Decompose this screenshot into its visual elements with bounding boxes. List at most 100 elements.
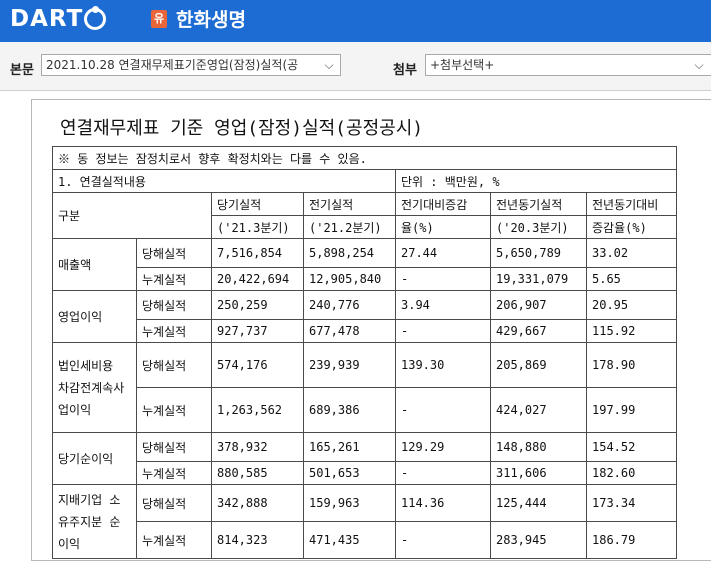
header-qoq-2: 율(%) xyxy=(395,215,491,239)
group-label-line: 이익 xyxy=(58,536,81,551)
main-label: 본문 xyxy=(10,63,34,78)
group-label: 매출액 xyxy=(52,238,137,291)
header-gubun: 구분 xyxy=(52,192,212,239)
previous-value: 159,963 xyxy=(303,484,396,522)
qoq-rate: 114.36 xyxy=(395,484,491,522)
yoy-value: 19,331,079 xyxy=(490,267,587,291)
header-yoy-prev: 전년동기실적 xyxy=(490,192,587,216)
current-value: 927,737 xyxy=(211,319,304,343)
row-type: 당해실적 xyxy=(136,484,212,522)
yoy-rate: 178.90 xyxy=(586,342,677,388)
qoq-rate: 27.44 xyxy=(395,238,491,268)
row-type: 당해실적 xyxy=(136,432,212,462)
logo-text: DART xyxy=(10,6,84,32)
yoy-rate: 20.95 xyxy=(586,290,677,320)
table-row: 누계실적 20,422,694 12,905,840-19,331,079 5.65 xyxy=(53,267,677,291)
header-bar: DART 유 한화생명 xyxy=(0,0,711,42)
yoy-value: 5,650,789 xyxy=(490,238,587,268)
table-row: 당기순이익 당해실적 378,932 165,261 129.29 148,880 154.… xyxy=(52,432,677,485)
attachment-select-value: +첨부선택+ xyxy=(430,58,495,72)
previous-value: 240,776 xyxy=(303,290,396,320)
previous-value: 677,478 xyxy=(303,319,396,343)
yoy-rate: 154.52 xyxy=(586,432,677,462)
yoy-rate: 33.02 xyxy=(586,238,677,268)
yoy-value: 429,667 xyxy=(490,319,587,343)
current-value: 250,259 xyxy=(211,290,304,320)
header-yoy-period: ('20.3분기) xyxy=(490,215,587,239)
attachment-select[interactable]: +첨부선택+ ⌵ xyxy=(425,54,711,76)
table-row: 지배기업 소 유주지분 순 이익 당해실적 342,888 159,963 114.36 12… xyxy=(52,484,677,559)
current-value: 342,888 xyxy=(211,484,304,522)
current-value: 814,323 xyxy=(211,521,304,559)
header-row-1: 구분 당기실적 전기실적 전기대비증감 전년동기실적 전년동기대비 xyxy=(52,192,677,239)
qoq-rate: 139.30 xyxy=(395,342,491,388)
table-row: 매출액 당해실적 7,516,854 5,898,254 27.44 5,650,789 3… xyxy=(52,238,677,291)
yoy-value: 283,945 xyxy=(490,521,587,559)
previous-value: 165,261 xyxy=(303,432,396,462)
chevron-down-icon: ⌵ xyxy=(320,55,338,75)
qoq-rate: - xyxy=(395,319,491,343)
table-row: 법인세비용 차감전계속사 업이익 당해실적 574,176 239,939 139.30 20… xyxy=(52,342,677,433)
previous-value: 239,939 xyxy=(303,342,396,388)
row-type: 당해실적 xyxy=(136,238,212,268)
attach-label: 첨부 xyxy=(393,63,417,78)
section-row: 1. 연결실적내용 단위 : 백만원, % xyxy=(52,169,677,193)
yoy-rate: 182.60 xyxy=(586,461,677,485)
header-current-period: ('21.3분기) xyxy=(211,215,304,239)
row-type: 누계실적 xyxy=(136,387,212,433)
yoy-rate: 186.79 xyxy=(586,521,677,559)
qoq-rate: - xyxy=(395,267,491,291)
yoy-rate: 197.99 xyxy=(586,387,677,433)
document-title: 연결재무제표 기준 영업(잠정)실적(공정공시) xyxy=(60,118,424,139)
row-type: 당해실적 xyxy=(136,290,212,320)
current-value: 880,585 xyxy=(211,461,304,485)
yoy-value: 148,880 xyxy=(490,432,587,462)
notice-text: ※ 동 정보는 잠정치로서 향후 확정치와는 다를 수 있음. xyxy=(52,146,677,170)
current-value: 574,176 xyxy=(211,342,304,388)
current-value: 378,932 xyxy=(211,432,304,462)
section-title: 1. 연결실적내용 xyxy=(52,169,396,193)
group-label-line: 법인세비용 xyxy=(58,358,114,373)
header-yoy-rate-2: 증감율(%) xyxy=(586,215,677,239)
qoq-rate: - xyxy=(395,521,491,559)
unit-label: 단위 : 백만원, % xyxy=(395,169,677,193)
header-yoy-rate-1: 전년동기대비 xyxy=(586,192,677,216)
qoq-rate: - xyxy=(395,387,491,433)
yoy-value: 125,444 xyxy=(490,484,587,522)
group-label-line: 업이익 xyxy=(58,402,92,417)
current-value: 7,516,854 xyxy=(211,238,304,268)
results-body: 매출액 당해실적 7,516,854 5,898,254 27.44 5,650,789 3… xyxy=(52,238,677,559)
document-frame: 연결재무제표 기준 영업(잠정)실적(공정공시) ※ 동 정보는 잠정치로서 향… xyxy=(0,91,711,561)
qoq-rate: 129.29 xyxy=(395,432,491,462)
notice-row: ※ 동 정보는 잠정치로서 향후 확정치와는 다를 수 있음. xyxy=(52,146,677,170)
table-row: 영업이익 당해실적 250,259 240,776 3.94 206,907 20.95 xyxy=(52,290,677,343)
table-row: 누계실적 927,737 677,478-429,667 115.92 xyxy=(53,319,677,343)
previous-value: 471,435 xyxy=(303,521,396,559)
yoy-rate: 115.92 xyxy=(586,319,677,343)
company-name: 한화생명 xyxy=(176,9,246,31)
yoy-rate: 173.34 xyxy=(586,484,677,522)
header-previous-period: ('21.2분기) xyxy=(303,215,396,239)
row-type: 누계실적 xyxy=(136,461,212,485)
dart-logo[interactable]: DART xyxy=(10,4,107,34)
yoy-value: 424,027 xyxy=(490,387,587,433)
qoq-rate: - xyxy=(395,461,491,485)
document-body: 연결재무제표 기준 영업(잠정)실적(공정공시) ※ 동 정보는 잠정치로서 향… xyxy=(31,99,711,561)
yoy-rate: 5.65 xyxy=(586,267,677,291)
header-previous: 전기실적 xyxy=(303,192,396,216)
yoy-value: 205,869 xyxy=(490,342,587,388)
group-label: 법인세비용차감전계속사업이익 xyxy=(52,342,137,433)
row-type: 누계실적 xyxy=(136,521,212,559)
row-type: 당해실적 xyxy=(136,342,212,388)
group-label: 영업이익 xyxy=(52,290,137,343)
toolbar: 본문 2021.10.28 연결재무제표기준영업(잠정)실적(공 ⌵ 첨부 +첨… xyxy=(0,42,711,91)
group-label-line: 지배기업 소 xyxy=(58,492,121,507)
group-label: 당기순이익 xyxy=(52,432,137,485)
market-badge: 유 xyxy=(151,10,167,28)
qoq-rate: 3.94 xyxy=(395,290,491,320)
group-label-line: 차감전계속사 xyxy=(58,380,125,395)
header-qoq-1: 전기대비증감 xyxy=(395,192,491,216)
yoy-value: 206,907 xyxy=(490,290,587,320)
main-document-select[interactable]: 2021.10.28 연결재무제표기준영업(잠정)실적(공 ⌵ xyxy=(41,54,341,76)
logo-circle-icon xyxy=(84,6,107,30)
